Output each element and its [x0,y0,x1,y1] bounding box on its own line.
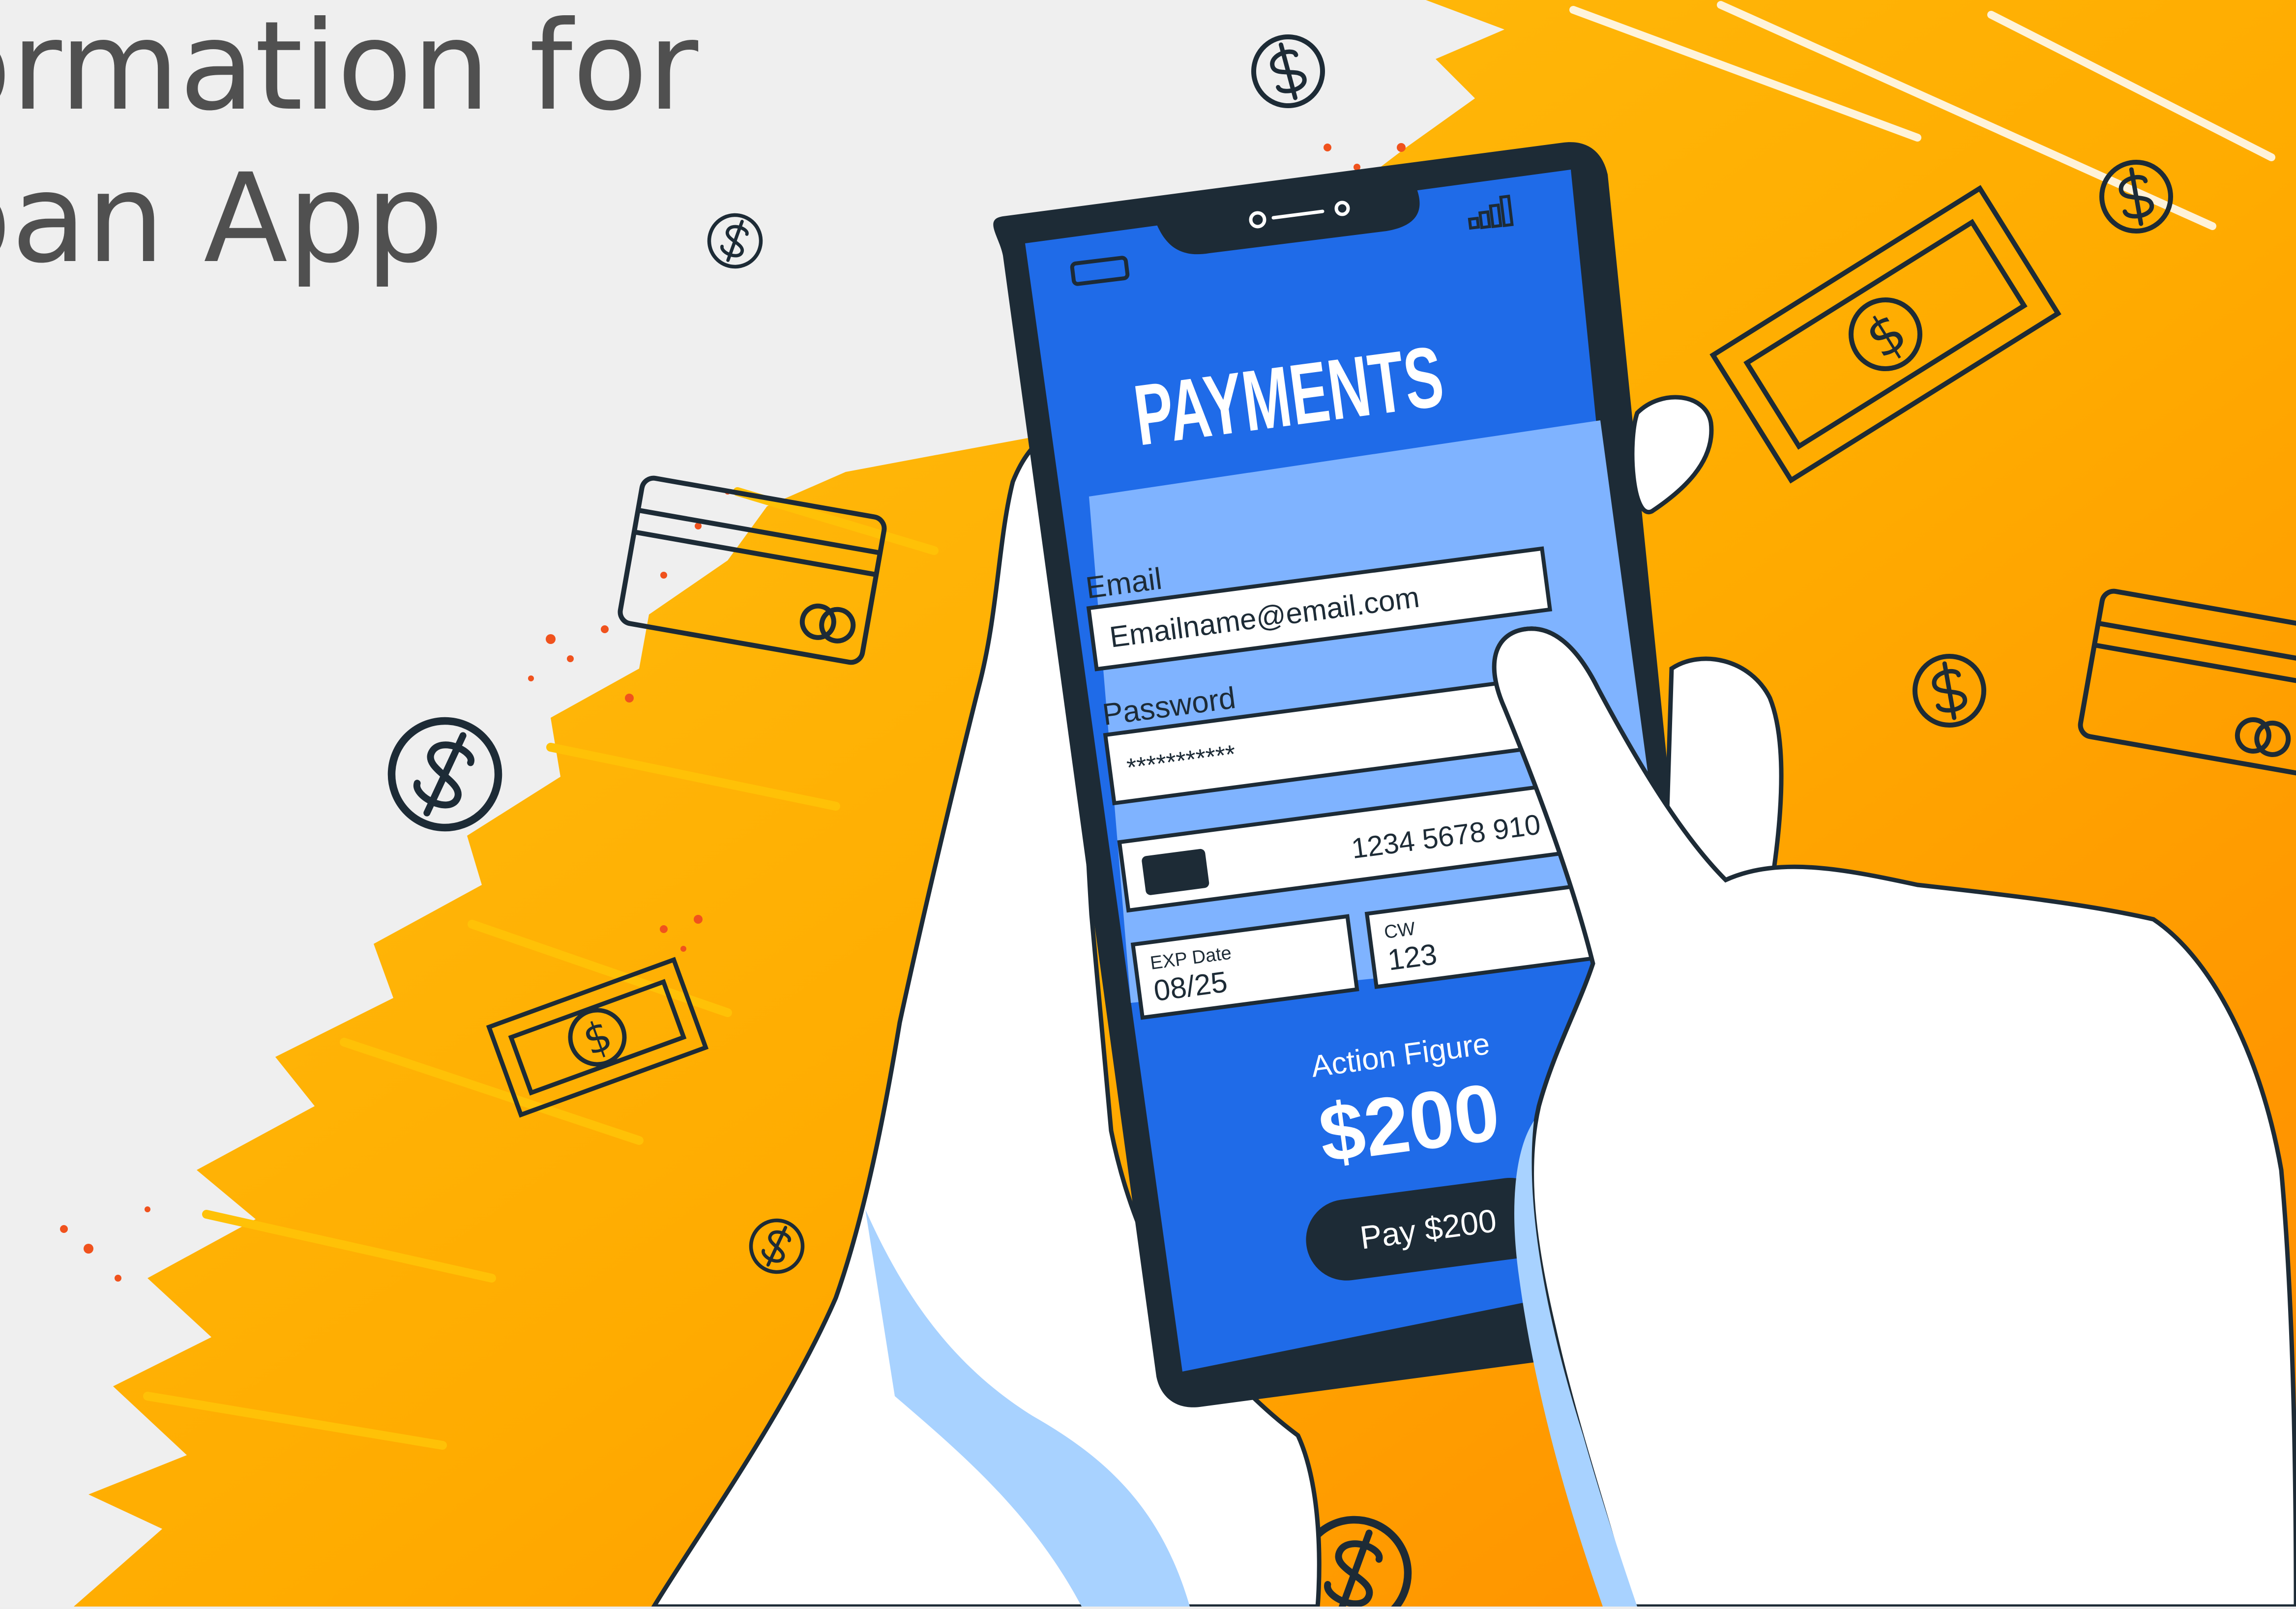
cvv-label: CW [1383,918,1416,943]
card-chip-icon [1142,848,1209,895]
headline-line-1: ormation for [0,0,699,138]
headline-line-2: oan App [0,147,444,290]
page-headline: ormation for oan App [0,0,698,295]
cvv-value: 123 [1386,937,1439,976]
